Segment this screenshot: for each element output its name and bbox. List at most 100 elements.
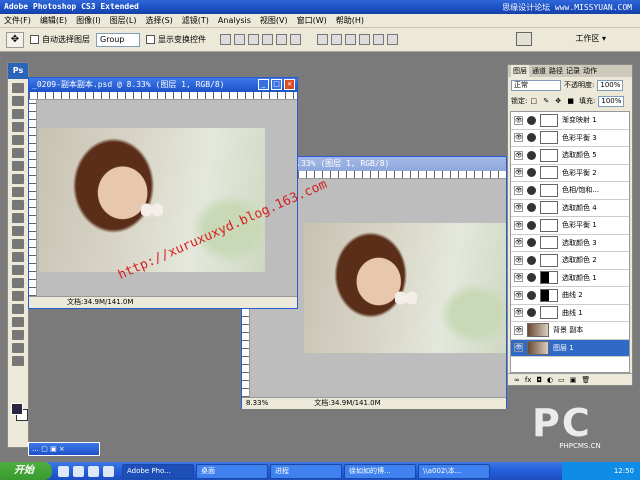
layer-name[interactable]: 选取颜色 3	[562, 238, 597, 248]
layer-row[interactable]: 👁 色相/饱和...	[511, 182, 629, 200]
layer-row[interactable]: 👁 背景 副本	[511, 322, 629, 340]
document-1-title[interactable]: _0209-副本副本.psd @ 8.33% (图层 1, RGB/8)	[29, 78, 297, 92]
delete-layer-icon[interactable]: 🗑	[581, 376, 590, 384]
document-1-canvas-area[interactable]	[37, 100, 297, 296]
layer-name[interactable]: 色彩平衡 2	[562, 168, 597, 178]
link-layers-icon[interactable]: ∞	[514, 376, 520, 384]
ie-icon[interactable]	[58, 465, 69, 477]
tab-actions[interactable]: 动作	[583, 65, 597, 77]
layer-mask-thumbnail[interactable]	[540, 113, 558, 127]
eraser-tool-icon[interactable]	[12, 213, 24, 223]
layer-row[interactable]: 👁 色彩平衡 3	[511, 130, 629, 147]
distribute-right-icon[interactable]	[387, 34, 398, 45]
brush-tool-icon[interactable]	[12, 174, 24, 184]
add-mask-icon[interactable]: ◘	[536, 376, 542, 384]
layer-mask-thumbnail[interactable]	[540, 271, 558, 285]
path-select-tool-icon[interactable]	[12, 291, 24, 301]
layer-mask-thumbnail[interactable]	[540, 288, 558, 302]
shape-tool-icon[interactable]	[12, 304, 24, 314]
tab-layers[interactable]: 图层	[511, 65, 529, 77]
layer-row[interactable]: 👁 色彩平衡 2	[511, 165, 629, 182]
distribute-hcenter-icon[interactable]	[373, 34, 384, 45]
task-photoshop[interactable]: Adobe Pho...	[122, 463, 194, 479]
lock-icons[interactable]: □ ✎ ✥ ■	[530, 97, 576, 105]
layer-row[interactable]: 👁 选取颜色 1	[511, 270, 629, 287]
blend-mode-select[interactable]: 正常	[511, 79, 561, 91]
layer-mask-thumbnail[interactable]	[540, 166, 558, 180]
visibility-eye-icon[interactable]: 👁	[514, 255, 523, 265]
show-transform-checkbox[interactable]	[146, 35, 155, 44]
layer-name[interactable]: 背景 副本	[553, 325, 583, 335]
layer-row[interactable]: 👁 选取颜色 2	[511, 252, 629, 270]
hand-tool-icon[interactable]	[12, 343, 24, 353]
folder-icon[interactable]	[103, 465, 114, 477]
layer-name[interactable]: 曲线 1	[562, 308, 583, 318]
layer-name[interactable]: 渐变映射 1	[562, 115, 597, 125]
menu-image[interactable]: 图像(I)	[76, 15, 101, 26]
visibility-eye-icon[interactable]: 👁	[514, 133, 523, 143]
layer-name[interactable]: 色彩平衡 3	[562, 133, 597, 143]
align-bottom-icon[interactable]	[248, 34, 259, 45]
layer-row[interactable]: 👁 图层 1	[511, 339, 629, 357]
visibility-eye-icon[interactable]: 👁	[514, 150, 523, 160]
fill-input[interactable]: 100%	[598, 95, 625, 107]
slice-tool-icon[interactable]	[12, 148, 24, 158]
document-1-photo[interactable]	[39, 128, 265, 272]
visibility-eye-icon[interactable]: 👁	[514, 343, 523, 353]
auto-select-option[interactable]: 自动选择图层	[30, 34, 90, 45]
layer-mask-thumbnail[interactable]	[540, 236, 558, 250]
menu-analysis[interactable]: Analysis	[218, 16, 251, 25]
menu-view[interactable]: 视图(V)	[260, 15, 288, 26]
layer-name[interactable]: 色相/饱和...	[562, 185, 599, 195]
layer-row[interactable]: 👁 色彩平衡 1	[511, 217, 629, 235]
layer-name[interactable]: 选取颜色 2	[562, 255, 597, 265]
palette-well-icon[interactable]	[516, 32, 532, 46]
gradient-tool-icon[interactable]	[12, 226, 24, 236]
auto-select-checkbox[interactable]	[30, 35, 39, 44]
layer-name[interactable]: 选取颜色 5	[562, 150, 597, 160]
adjustment-layer-icon[interactable]: ◐	[547, 376, 553, 384]
zoom-tool-icon[interactable]	[12, 356, 24, 366]
marquee-tool-icon[interactable]	[12, 96, 24, 106]
menu-window[interactable]: 窗口(W)	[297, 15, 327, 26]
move-tool-icon[interactable]	[12, 83, 24, 93]
layer-mask-thumbnail[interactable]	[540, 201, 558, 215]
menu-select[interactable]: 选择(S)	[145, 15, 172, 26]
opacity-input[interactable]: 100%	[597, 79, 624, 91]
maximize-icon[interactable]: □	[271, 79, 282, 90]
visibility-eye-icon[interactable]: 👁	[514, 308, 523, 318]
lasso-tool-icon[interactable]	[12, 109, 24, 119]
align-vcenter-icon[interactable]	[234, 34, 245, 45]
visibility-eye-icon[interactable]: 👁	[514, 220, 523, 230]
workspace-menu[interactable]: 工作区 ▾	[575, 33, 606, 44]
desktop-icon[interactable]	[73, 465, 84, 477]
distribute-top-icon[interactable]	[317, 34, 328, 45]
foreground-color-swatch[interactable]	[11, 403, 23, 415]
group-select[interactable]: Group	[96, 32, 140, 47]
task-network-folder[interactable]: \\a002\本...	[418, 463, 490, 479]
eyedropper-tool-icon[interactable]	[12, 330, 24, 340]
visibility-eye-icon[interactable]: 👁	[514, 168, 523, 178]
menu-layer[interactable]: 图层(L)	[110, 15, 137, 26]
new-layer-icon[interactable]: ▣	[570, 376, 577, 384]
minimized-window[interactable]: … ▢ ▣ ×	[28, 442, 100, 456]
layer-mask-thumbnail[interactable]	[540, 131, 558, 145]
menu-edit[interactable]: 编辑(E)	[40, 15, 67, 26]
new-group-icon[interactable]: ▭	[558, 376, 565, 384]
layer-row[interactable]: 👁 选取颜色 4	[511, 200, 629, 217]
align-left-icon[interactable]	[262, 34, 273, 45]
layer-mask-thumbnail[interactable]	[540, 253, 558, 267]
document-2-photo[interactable]	[304, 223, 506, 353]
align-hcenter-icon[interactable]	[276, 34, 287, 45]
task-desktop[interactable]: 桌面	[196, 463, 268, 479]
menu-help[interactable]: 帮助(H)	[336, 15, 364, 26]
layer-row[interactable]: 👁 选取颜色 3	[511, 235, 629, 252]
close-icon[interactable]: ×	[284, 79, 295, 90]
layer-row[interactable]: 👁 曲线 1	[511, 305, 629, 322]
task-process[interactable]: 进程	[270, 463, 342, 479]
pen-tool-icon[interactable]	[12, 265, 24, 275]
layer-mask-thumbnail[interactable]	[540, 218, 558, 232]
layer-name[interactable]: 曲线 2	[562, 290, 583, 300]
layer-mask-thumbnail[interactable]	[540, 306, 558, 320]
blur-tool-icon[interactable]	[12, 239, 24, 249]
